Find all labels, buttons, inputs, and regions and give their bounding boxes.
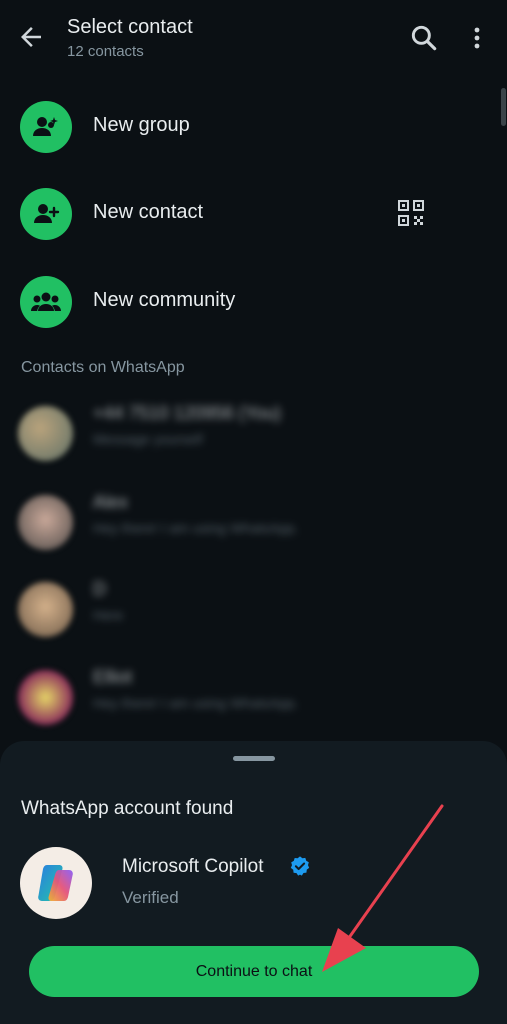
contact-row[interactable]: +44 7510 120956 (You) Message yourself	[0, 391, 507, 471]
copilot-avatar	[20, 847, 92, 919]
new-contact-label: New contact	[93, 201, 204, 223]
new-contact-avatar	[20, 188, 72, 240]
avatar	[18, 495, 73, 550]
continue-to-chat-button[interactable]: Continue to chat	[29, 946, 479, 997]
more-vert-icon[interactable]	[465, 22, 489, 54]
sheet-title: WhatsApp account found	[21, 798, 234, 819]
verified-badge-icon	[290, 856, 310, 876]
group-add-icon	[33, 117, 58, 136]
contact-row[interactable]: Elliot Hey there! I am using WhatsApp.	[0, 655, 507, 735]
contact-row[interactable]: Alex Hey there! I am using WhatsApp.	[0, 480, 507, 560]
contact-count: 12 contacts	[67, 43, 144, 60]
contact-name: Elliot	[93, 667, 133, 687]
qr-code-icon[interactable]	[396, 198, 426, 228]
new-contact-row[interactable]: New contact	[0, 179, 507, 249]
account-name: Microsoft Copilot	[122, 856, 264, 877]
avatar	[18, 670, 73, 725]
search-icon[interactable]	[408, 22, 440, 54]
app-header: Select contact 12 contacts	[0, 0, 507, 80]
contact-status: Hey there! I am using WhatsApp.	[93, 695, 299, 711]
section-heading: Contacts on WhatsApp	[21, 359, 185, 376]
page-title: Select contact	[67, 16, 193, 38]
new-community-avatar	[20, 276, 72, 328]
contact-status: Here	[93, 607, 124, 623]
new-group-avatar	[20, 101, 72, 153]
verified-label: Verified	[122, 888, 179, 907]
new-community-label: New community	[93, 289, 236, 311]
account-found-sheet: WhatsApp account found Microsoft Copilot…	[0, 741, 507, 1024]
contact-name: +44 7510 120956 (You)	[93, 403, 282, 423]
contact-name: Alex	[93, 492, 129, 512]
new-group-row[interactable]: New group	[0, 92, 507, 162]
new-group-label: New group	[93, 114, 190, 136]
avatar	[18, 582, 73, 637]
back-arrow-icon[interactable]	[16, 22, 46, 52]
contact-status: Hey there! I am using WhatsApp.	[93, 520, 299, 536]
contact-row[interactable]: D Here	[0, 567, 507, 647]
community-icon	[31, 292, 61, 311]
copilot-logo-icon	[38, 865, 73, 901]
person-add-icon	[34, 204, 60, 223]
avatar	[18, 406, 73, 461]
contact-status: Message yourself	[93, 431, 203, 447]
drag-handle[interactable]	[233, 756, 275, 761]
new-community-row[interactable]: New community	[0, 267, 507, 337]
contact-name: D	[93, 579, 106, 599]
